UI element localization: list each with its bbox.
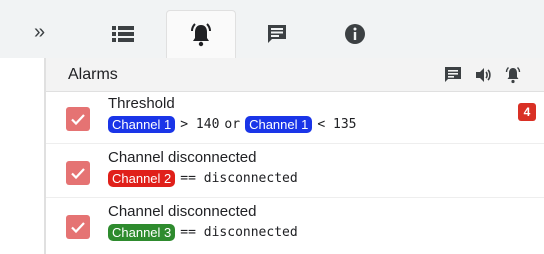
alarm-condition: Channel 2 == disconnected [108, 169, 298, 188]
alarm-name: Threshold [108, 95, 175, 112]
alarm-name: Channel disconnected [108, 203, 257, 220]
check-icon [71, 114, 85, 126]
alarm-count-badge: 4 [518, 103, 536, 121]
check-icon [71, 222, 85, 234]
channel-chip: Channel 3 [108, 224, 176, 241]
channel-chip: Channel 2 [108, 170, 176, 187]
tab-list[interactable] [88, 10, 158, 58]
tab-bar: » [0, 0, 544, 58]
alarm-row[interactable]: Threshold Channel 1 > 140 or Channel 1 < 135… [46, 92, 544, 144]
alarm-row[interactable]: Channel disconnected Channel 2 == disconn… [46, 146, 544, 198]
alarm-condition: Channel 3 == disconnected [108, 223, 298, 242]
condition-conjunction: or [224, 117, 241, 132]
channel-chip: Channel 1 [245, 116, 313, 133]
alarms-header: Alarms [46, 58, 544, 92]
message-icon [268, 25, 286, 43]
alarms-panel: Alarms Threshold Channel 1 > 140 or Chan… [44, 58, 544, 254]
condition-operator: > 140 [180, 117, 220, 132]
bell-ringing-icon[interactable] [504, 66, 522, 84]
volume-icon[interactable] [474, 66, 492, 84]
check-icon [71, 168, 85, 180]
bell-ringing-icon [191, 22, 211, 46]
message-icon[interactable] [444, 66, 462, 84]
tab-alarms[interactable] [166, 10, 236, 58]
tab-messages[interactable] [242, 10, 312, 58]
condition-operator: == disconnected [180, 225, 298, 240]
alarm-checkbox[interactable] [66, 107, 90, 131]
collapse-sidebar-button[interactable]: » [34, 22, 45, 42]
alarm-condition: Channel 1 > 140 or Channel 1 < 135 [108, 115, 357, 134]
alarm-name: Channel disconnected [108, 149, 257, 166]
condition-operator: < 135 [317, 117, 357, 132]
condition-operator: == disconnected [180, 171, 298, 186]
list-icon [112, 26, 134, 42]
alarm-checkbox[interactable] [66, 215, 90, 239]
alarm-row[interactable]: Channel disconnected Channel 3 == disconn… [46, 200, 544, 252]
panel-title: Alarms [68, 66, 118, 83]
alarm-checkbox[interactable] [66, 161, 90, 185]
info-icon [345, 24, 365, 44]
channel-chip: Channel 1 [108, 116, 176, 133]
tab-info[interactable] [320, 10, 390, 58]
